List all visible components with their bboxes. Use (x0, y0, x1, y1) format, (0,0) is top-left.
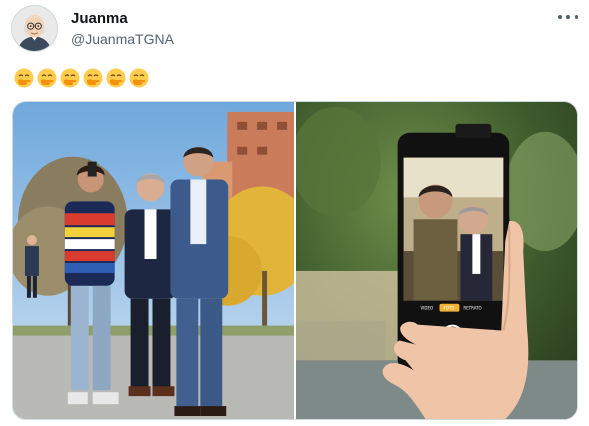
author-handle[interactable]: @JuanmaTGNA (71, 31, 174, 47)
photo-group-selfie-image (13, 102, 294, 419)
avatar-illustration-icon (12, 6, 57, 51)
media-grid[interactable]: VIDEO FOTO RETRATO (12, 101, 578, 420)
more-horizontal-icon[interactable] (558, 9, 578, 25)
face-with-hand-over-mouth-icon: 🤭 (106, 68, 126, 88)
photo-group-selfie[interactable] (13, 102, 294, 419)
author-avatar[interactable] (11, 5, 58, 52)
tweet-card[interactable]: Juanma @JuanmaTGNA 🤭🤭🤭🤭🤭🤭 (0, 0, 589, 426)
photo-phone-screen-selfie[interactable]: VIDEO FOTO RETRATO (296, 102, 577, 419)
author-display-name[interactable]: Juanma (71, 10, 128, 27)
dot (574, 15, 578, 19)
face-with-hand-over-mouth-icon: 🤭 (83, 68, 103, 88)
dot (566, 15, 570, 19)
tweet-text: 🤭🤭🤭🤭🤭🤭 (14, 68, 149, 88)
face-with-hand-over-mouth-icon: 🤭 (129, 68, 149, 88)
photo-phone-screen-selfie-image: VIDEO FOTO RETRATO (296, 102, 577, 419)
dot (558, 15, 562, 19)
face-with-hand-over-mouth-icon: 🤭 (14, 68, 34, 88)
camera-mode-photo: FOTO (443, 306, 454, 311)
face-with-hand-over-mouth-icon: 🤭 (37, 68, 57, 88)
camera-mode-portrait: RETRATO (463, 306, 481, 311)
camera-mode-video: VIDEO (421, 306, 434, 311)
face-with-hand-over-mouth-icon: 🤭 (60, 68, 80, 88)
